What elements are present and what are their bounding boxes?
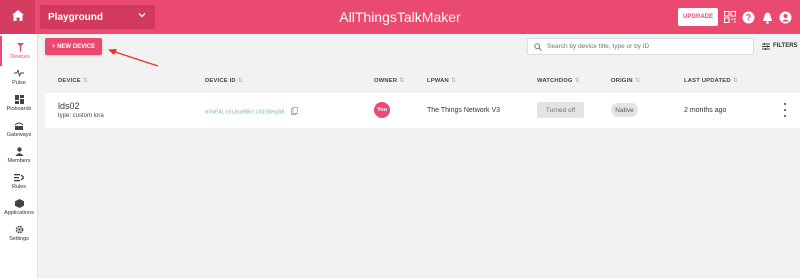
new-device-button[interactable]: + NEW DEVICE xyxy=(45,38,102,55)
search-input[interactable] xyxy=(547,43,737,50)
sidebar-item-label: Settings xyxy=(9,236,29,242)
column-label: ORIGIN xyxy=(611,78,633,84)
filters-label: FILTERS xyxy=(773,43,798,49)
sidebar-item-label: Applications xyxy=(4,210,34,216)
column-header-last-updated[interactable]: LAST UPDATED ⇅ xyxy=(684,78,738,84)
gateways-icon xyxy=(14,120,24,130)
sidebar-item-label: Gateways xyxy=(6,132,32,138)
column-label: LAST UPDATED xyxy=(684,78,731,84)
top-bar: Playground AllThingsTalkMaker UPGRADE ? xyxy=(0,0,800,34)
home-icon xyxy=(11,8,24,26)
chevron-down-icon xyxy=(138,11,146,22)
column-label: OWNER xyxy=(374,78,398,84)
qr-icon[interactable] xyxy=(723,10,737,24)
brand-suffix: Maker xyxy=(421,9,461,25)
owner-avatar: You xyxy=(374,102,390,118)
column-header-device[interactable]: DEVICE ⇅ xyxy=(58,78,88,84)
brand-name: AllThingsTalk xyxy=(339,9,422,25)
sort-icon: ⇅ xyxy=(732,78,738,84)
ground-name: Playground xyxy=(48,11,104,23)
notifications-icon[interactable] xyxy=(760,10,774,24)
sort-icon: ⇅ xyxy=(237,78,243,84)
svg-text:?: ? xyxy=(745,12,751,22)
device-id-value: mVmFALt0L0uHB6tiXQ30Hg08 xyxy=(205,109,285,116)
ground-selector[interactable]: Playground xyxy=(40,5,155,29)
upgrade-button[interactable]: UPGRADE xyxy=(678,8,718,26)
sidebar-item-label: Devices xyxy=(10,54,30,60)
device-name: lds02 xyxy=(58,101,80,111)
account-icon[interactable] xyxy=(778,10,792,24)
sort-icon: ⇅ xyxy=(399,78,405,84)
members-icon xyxy=(14,146,24,156)
home-button[interactable] xyxy=(0,0,35,34)
applications-icon xyxy=(14,198,24,208)
column-header-origin[interactable]: ORIGIN ⇅ xyxy=(611,78,640,84)
device-type: type: custom lora xyxy=(58,113,104,119)
pulse-icon xyxy=(14,68,24,78)
more-options-icon[interactable] xyxy=(782,103,788,117)
help-icon[interactable]: ? xyxy=(741,10,755,24)
search-icon xyxy=(534,38,542,56)
column-label: WATCHDOG xyxy=(537,78,573,84)
column-label: LPWAN xyxy=(427,78,449,84)
sort-icon: ⇅ xyxy=(82,78,88,84)
pinboards-icon xyxy=(14,94,24,104)
search-box[interactable] xyxy=(527,38,754,55)
filters-button[interactable]: FILTERS xyxy=(762,40,798,52)
sidebar-item-label: Pinboards xyxy=(6,106,32,112)
column-header-device-id[interactable]: DEVICE ID ⇅ xyxy=(205,78,243,84)
column-label: DEVICE xyxy=(58,78,81,84)
column-header-lpwan[interactable]: LPWAN ⇅ xyxy=(427,78,456,84)
sidebar: Devices Pulse Pinboards Gateways Members… xyxy=(0,34,38,278)
sidebar-item-label: Pulse xyxy=(12,80,26,86)
table-header: DEVICE ⇅ DEVICE ID ⇅ OWNER ⇅ LPWAN ⇅ WATCHDO… xyxy=(45,73,800,90)
sidebar-item-label: Members xyxy=(7,158,31,164)
sidebar-item-settings[interactable]: Settings xyxy=(0,218,38,248)
device-id: mVmFALt0L0uHB6tiXQ30Hg08 xyxy=(205,107,298,117)
settings-icon xyxy=(14,224,24,234)
rules-icon xyxy=(14,172,24,182)
column-label: DEVICE ID xyxy=(205,78,236,84)
copy-icon[interactable] xyxy=(290,107,298,117)
origin-badge: Native xyxy=(611,103,638,117)
column-header-watchdog[interactable]: WATCHDOG ⇅ xyxy=(537,78,580,84)
lpwan-value: The Things Network V3 xyxy=(427,107,501,114)
watchdog-status[interactable]: Turned off xyxy=(537,102,584,118)
sidebar-item-label: Rules xyxy=(11,184,27,190)
column-header-owner[interactable]: OWNER ⇅ xyxy=(374,78,404,84)
sort-icon: ⇅ xyxy=(634,78,640,84)
devices-icon xyxy=(15,42,25,52)
last-updated-value: 2 months ago xyxy=(684,107,727,114)
filters-icon xyxy=(762,42,770,50)
sort-icon: ⇅ xyxy=(574,78,580,84)
sort-icon: ⇅ xyxy=(450,78,456,84)
table-row[interactable]: lds02 type: custom lora mVmFALt0L0uHB6ti… xyxy=(45,93,800,128)
